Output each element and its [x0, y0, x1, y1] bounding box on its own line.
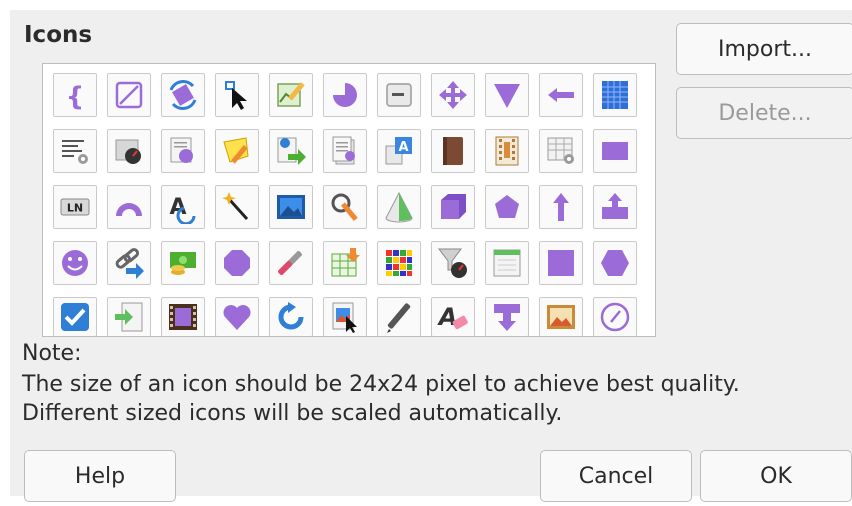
text-frame-icon[interactable]: A	[377, 129, 421, 173]
rectangle-icon[interactable]	[593, 129, 637, 173]
window-icon[interactable]	[485, 241, 529, 285]
funnel-gauge-icon[interactable]	[431, 241, 475, 285]
gauge-icon[interactable]	[107, 129, 151, 173]
pie-icon[interactable]	[323, 73, 367, 117]
pen-icon[interactable]	[377, 297, 421, 336]
note-pencil-icon[interactable]	[215, 129, 259, 173]
icon-grid[interactable]: { A LN A A	[42, 63, 656, 337]
magic-wand-icon[interactable]	[215, 185, 259, 229]
up-arrow-shape-icon[interactable]	[593, 185, 637, 229]
svg-text:LN: LN	[67, 202, 83, 215]
font-rotate-icon[interactable]: A	[161, 185, 205, 229]
text-settings-icon[interactable]	[53, 129, 97, 173]
square-icon[interactable]	[539, 241, 583, 285]
document-circle-icon[interactable]	[161, 129, 205, 173]
help-button[interactable]: Help	[24, 450, 176, 502]
icon-grid-cells: { A LN A A	[53, 73, 637, 336]
color-grid-icon[interactable]	[377, 241, 421, 285]
svg-text:{: {	[66, 82, 85, 112]
page-stack-icon[interactable]	[323, 129, 367, 173]
heart-icon[interactable]	[215, 297, 259, 336]
note-label: Note:	[22, 341, 82, 366]
round-square-icon[interactable]	[593, 297, 637, 336]
table-insert-icon[interactable]	[323, 241, 367, 285]
arc-icon[interactable]	[107, 185, 151, 229]
export-arrow-icon[interactable]	[269, 129, 313, 173]
link-arrow-icon[interactable]	[107, 241, 151, 285]
refresh-icon[interactable]	[269, 297, 313, 336]
cone-icon[interactable]	[377, 185, 421, 229]
note-line-1: The size of an icon should be 24x24 pixe…	[22, 372, 740, 397]
cancel-button[interactable]: Cancel	[540, 450, 692, 502]
import-arrow-icon[interactable]	[107, 297, 151, 336]
ok-button[interactable]: OK	[700, 450, 852, 502]
eyedropper-icon[interactable]	[269, 241, 313, 285]
import-button[interactable]: Import...	[676, 23, 852, 75]
money-icon[interactable]	[161, 241, 205, 285]
chart-edit-icon[interactable]	[269, 73, 313, 117]
image-frame-icon[interactable]	[539, 297, 583, 336]
arrow-up-icon[interactable]	[539, 185, 583, 229]
film-strip-icon[interactable]	[485, 129, 529, 173]
arrow-down-callout-icon[interactable]	[485, 297, 529, 336]
smiley-icon[interactable]	[53, 241, 97, 285]
cursor-select-icon[interactable]	[215, 73, 259, 117]
svg-text:A: A	[437, 303, 458, 331]
book-icon[interactable]	[431, 129, 475, 173]
diagonal-square-icon[interactable]	[107, 73, 151, 117]
magnifier-pencil-icon[interactable]	[323, 185, 367, 229]
svg-text:A: A	[398, 140, 408, 155]
circle-icon[interactable]	[215, 241, 259, 285]
triangle-down-icon[interactable]	[485, 73, 529, 117]
move-arrows-icon[interactable]	[431, 73, 475, 117]
checkbox-icon[interactable]	[53, 297, 97, 336]
film-frame-icon[interactable]	[161, 297, 205, 336]
hexagon-icon[interactable]	[593, 241, 637, 285]
table-settings-icon[interactable]	[539, 129, 583, 173]
picture-frame-icon[interactable]	[269, 185, 313, 229]
ln-label-icon[interactable]: LN	[53, 185, 97, 229]
cube-icon[interactable]	[431, 185, 475, 229]
picture-cursor-icon[interactable]	[323, 297, 367, 336]
minus-box-icon[interactable]	[377, 73, 421, 117]
arrow-left-icon[interactable]	[539, 73, 583, 117]
pentagon-icon[interactable]	[485, 185, 529, 229]
rotate-icon[interactable]	[161, 73, 205, 117]
delete-button[interactable]: Delete...	[676, 87, 852, 139]
brace-icon[interactable]: {	[53, 73, 97, 117]
table-grid-icon[interactable]	[593, 73, 637, 117]
note-line-2: Different sized icons will be scaled aut…	[22, 401, 563, 426]
icons-dialog: Icons { A LN A A Import... Delete... Not…	[10, 10, 852, 502]
font-eraser-icon[interactable]: A	[431, 297, 475, 336]
dialog-title: Icons	[24, 22, 93, 48]
